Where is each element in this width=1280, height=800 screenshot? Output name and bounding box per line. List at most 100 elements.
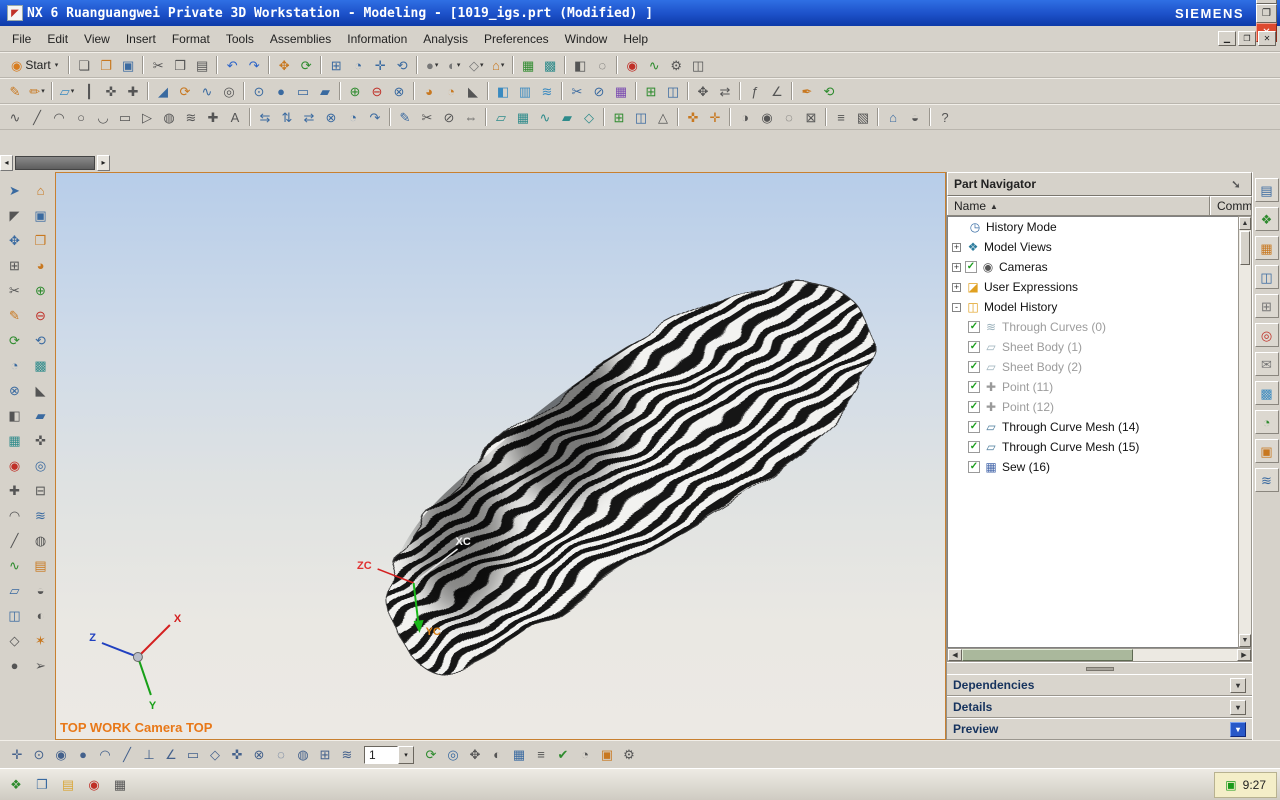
tree-vertical-scrollbar[interactable]: ▲ ▼: [1238, 216, 1252, 648]
scroll-right-icon[interactable]: ▶: [1237, 649, 1251, 661]
unite-button[interactable]: ⊕: [344, 80, 366, 102]
menu-edit[interactable]: Edit: [39, 29, 76, 49]
collapse-tool-button[interactable]: ⊟: [29, 478, 53, 503]
checkbox-icon[interactable]: ✓: [968, 381, 980, 393]
wave-tool-button[interactable]: ≋: [29, 503, 53, 528]
contrast-tool-button[interactable]: ◐: [29, 603, 53, 628]
select-general-button[interactable]: ◤: [3, 203, 27, 228]
diamond-tool-button[interactable]: ◇: [3, 628, 27, 653]
wcs-dynamics-button[interactable]: ✜: [682, 106, 704, 128]
boss-button[interactable]: ●: [270, 80, 292, 102]
trim-body-button[interactable]: ✂: [566, 80, 588, 102]
offset-surface-button[interactable]: ≋: [536, 80, 558, 102]
preview-chevron-icon[interactable]: ▾: [1230, 722, 1246, 737]
half-shade-button[interactable]: ◧: [3, 403, 27, 428]
snap-vertex-button[interactable]: ◇: [204, 744, 226, 766]
tree-item-sew-16[interactable]: ✓▦Sew (16): [948, 457, 1238, 477]
mdi-restore-button[interactable]: ❐: [1238, 31, 1256, 46]
intersection-curve-button[interactable]: ⊗: [320, 106, 342, 128]
quick-sketch-button[interactable]: ✎: [3, 303, 27, 328]
cut-button[interactable]: ✂: [147, 54, 169, 76]
boolean-unite-button[interactable]: ⊕: [29, 278, 53, 303]
tube-button[interactable]: ◎: [218, 80, 240, 102]
rectangle-button[interactable]: ▭: [114, 106, 136, 128]
restore-button[interactable]: ❐: [1256, 4, 1277, 23]
preview-section-header[interactable]: Preview ▾: [947, 718, 1252, 740]
touch-mode-button[interactable]: ✥: [273, 54, 295, 76]
analysis-curve-button[interactable]: ∿: [643, 54, 665, 76]
shaded-display-button[interactable]: ●▾: [421, 54, 443, 76]
subtract-button[interactable]: ⊖: [366, 80, 388, 102]
curve-tool-button[interactable]: ∿: [3, 553, 27, 578]
rotate-view-button[interactable]: ⟲: [391, 54, 413, 76]
highlight-toggle-button[interactable]: ◐: [486, 744, 508, 766]
ruled-button[interactable]: ▰: [556, 106, 578, 128]
snap-arc-center-button[interactable]: ◠: [94, 744, 116, 766]
refresh-button[interactable]: ⟳: [295, 54, 317, 76]
help-context-button[interactable]: ?: [934, 106, 956, 128]
object-display-button[interactable]: ◑: [734, 106, 756, 128]
expression-button[interactable]: ƒ: [744, 80, 766, 102]
snap-perpendicular-button[interactable]: ⊥: [138, 744, 160, 766]
mesh-tool-button[interactable]: ▦: [3, 428, 27, 453]
taskbar-media-button[interactable]: ◉: [81, 772, 107, 798]
sketch-in-task-button[interactable]: ✏▾: [26, 80, 48, 102]
magnify-selection-button[interactable]: ◔: [574, 744, 596, 766]
expand-icon[interactable]: +: [952, 243, 961, 252]
plus-tool-button[interactable]: ✚: [3, 478, 27, 503]
regen-button[interactable]: ⟳: [3, 328, 27, 353]
edit-curve-button[interactable]: ✎: [394, 106, 416, 128]
details-section-header[interactable]: Details ▾: [947, 696, 1252, 718]
wireframe-display-dropdown-icon[interactable]: ▾: [480, 61, 484, 69]
extrude-button[interactable]: ◢: [152, 80, 174, 102]
snap-grid-button[interactable]: ⊞: [314, 744, 336, 766]
taskbar-window-button[interactable]: ❐: [29, 772, 55, 798]
shaded-display-dropdown-icon[interactable]: ▾: [435, 61, 439, 69]
intersect-button[interactable]: ⊗: [388, 80, 410, 102]
pin-icon[interactable]: ➘: [1227, 175, 1245, 193]
line-tool-button[interactable]: ╱: [3, 528, 27, 553]
menu-insert[interactable]: Insert: [118, 29, 164, 49]
sew-button[interactable]: ▦: [610, 80, 632, 102]
open-layout-button[interactable]: ❐: [29, 228, 53, 253]
fit-view-button[interactable]: ⊞: [325, 54, 347, 76]
display-mode-button[interactable]: ◒: [904, 106, 926, 128]
combo-value[interactable]: 1: [364, 746, 398, 764]
horizontal-scroll-thumb[interactable]: [962, 649, 1133, 661]
expand-icon[interactable]: +: [952, 283, 961, 292]
tree-item-cameras[interactable]: +✓◉Cameras: [948, 257, 1238, 277]
hd3d-tools-tab-button[interactable]: ⊞: [1255, 294, 1279, 318]
tree-item-sheet-body-1[interactable]: ✓▱Sheet Body (1): [948, 337, 1238, 357]
rendering-style-dropdown-icon[interactable]: ▾: [457, 61, 461, 69]
menu-analysis[interactable]: Analysis: [415, 29, 476, 49]
hatch-tool-button[interactable]: ▩: [29, 353, 53, 378]
paste-button[interactable]: ▤: [191, 54, 213, 76]
history-palette-tab-button[interactable]: ✉: [1255, 352, 1279, 376]
selection-list-button[interactable]: ≡: [530, 744, 552, 766]
ellipse-button[interactable]: ◍: [158, 106, 180, 128]
collapse-icon[interactable]: -: [952, 303, 961, 312]
shade-tool-button[interactable]: ◍: [29, 528, 53, 553]
details-chevron-icon[interactable]: ▾: [1230, 700, 1246, 715]
tree-item-model-views[interactable]: +❖Model Views: [948, 237, 1238, 257]
scale-body-button[interactable]: ⇄: [714, 80, 736, 102]
column-header-comment[interactable]: Comm: [1210, 196, 1252, 215]
measure-button[interactable]: ∠: [766, 80, 788, 102]
graphics-viewport[interactable]: ZC XC YC Z X Y TOP WORK Camera TOP: [55, 172, 946, 740]
home-view-button[interactable]: ⌂: [29, 178, 53, 203]
checkbox-icon[interactable]: ✓: [968, 401, 980, 413]
project-curve-button[interactable]: ⇅: [276, 106, 298, 128]
arc-button[interactable]: ◠: [48, 106, 70, 128]
revolve-button[interactable]: ⟳: [174, 80, 196, 102]
list-tool-button[interactable]: ▤: [29, 553, 53, 578]
fillet-curve-button[interactable]: ◡: [92, 106, 114, 128]
start-button[interactable]: ◉ Start ▾: [4, 54, 65, 76]
tree-item-user-expressions[interactable]: +◪User Expressions: [948, 277, 1238, 297]
new-button[interactable]: ❏: [73, 54, 95, 76]
tree-item-through-curves-0[interactable]: ✓≋Through Curves (0): [948, 317, 1238, 337]
model-canvas[interactable]: ZC XC YC Z X Y: [56, 173, 945, 739]
move-object-button[interactable]: ✥: [692, 80, 714, 102]
tree-item-history-mode[interactable]: ◷History Mode: [948, 217, 1238, 237]
snap-angle-button[interactable]: ∠: [160, 744, 182, 766]
confirm-selection-button[interactable]: ✔: [552, 744, 574, 766]
